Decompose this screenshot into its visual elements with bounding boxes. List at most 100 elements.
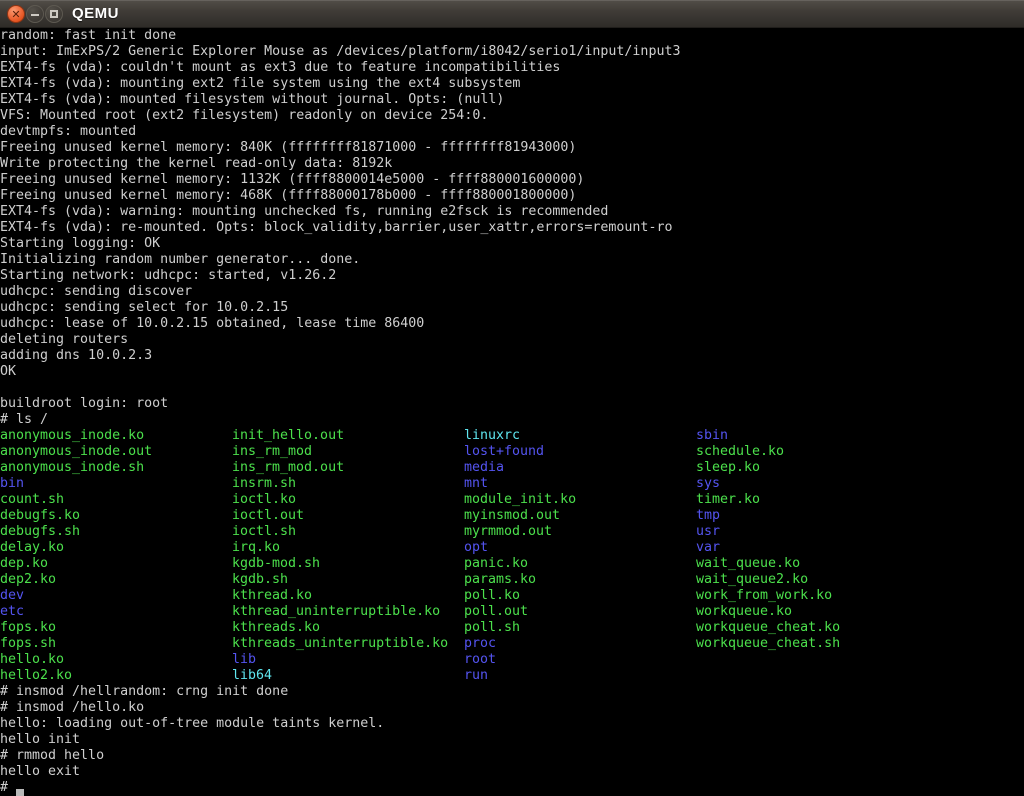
file-entry: kthreads.ko [232, 620, 464, 636]
terminal-screen[interactable]: random: fast init doneinput: ImExPS/2 Ge… [0, 28, 1024, 796]
console-line: devtmpfs: mounted [0, 124, 1024, 140]
ls-row: dep2.kokgdb.shparams.kowait_queue2.ko [0, 572, 1024, 588]
console-line: input: ImExPS/2 Generic Explorer Mouse a… [0, 44, 1024, 60]
file-entry: hello.ko [0, 652, 232, 668]
console-line: EXT4-fs (vda): re-mounted. Opts: block_v… [0, 220, 1024, 236]
console-line: # rmmod hello [0, 748, 1024, 764]
file-entry: irq.ko [232, 540, 464, 556]
console-line: # insmod /hello.ko [0, 700, 1024, 716]
file-entry: poll.ko [464, 588, 696, 604]
ls-output: anonymous_inode.koinit_hello.outlinuxrcs… [0, 428, 1024, 684]
file-entry: kthreads_uninterruptible.ko [232, 636, 464, 652]
console-line: udhcpc: lease of 10.0.2.15 obtained, lea… [0, 316, 1024, 332]
console-line: Freeing unused kernel memory: 1132K (fff… [0, 172, 1024, 188]
console-line: Initializing random number generator... … [0, 252, 1024, 268]
prompt-text: # [0, 780, 16, 795]
file-entry: dev [0, 588, 232, 604]
ls-row: hello.kolibroot [0, 652, 1024, 668]
file-entry: kgdb.sh [232, 572, 464, 588]
file-entry: ins_rm_mod [232, 444, 464, 460]
file-entry: poll.out [464, 604, 696, 620]
file-entry: workqueue_cheat.sh [696, 636, 928, 652]
console-line: Starting network: udhcpc: started, v1.26… [0, 268, 1024, 284]
console-line: EXT4-fs (vda): warning: mounting uncheck… [0, 204, 1024, 220]
minimize-icon [31, 14, 39, 16]
console-line: hello init [0, 732, 1024, 748]
ls-row: debugfs.koioctl.outmyinsmod.outtmp [0, 508, 1024, 524]
title-bar: ✕ QEMU [0, 0, 1024, 28]
file-entry: fops.sh [0, 636, 232, 652]
file-entry: kthread_uninterruptible.ko [232, 604, 464, 620]
console-line: EXT4-fs (vda): couldn't mount as ext3 du… [0, 60, 1024, 76]
console-line: Freeing unused kernel memory: 468K (ffff… [0, 188, 1024, 204]
file-entry: poll.sh [464, 620, 696, 636]
file-entry: sleep.ko [696, 460, 928, 476]
file-entry: root [464, 652, 696, 668]
file-entry: count.sh [0, 492, 232, 508]
file-entry: ioctl.out [232, 508, 464, 524]
file-entry: sys [696, 476, 928, 492]
file-entry: panic.ko [464, 556, 696, 572]
ls-row: dep.kokgdb-mod.shpanic.kowait_queue.ko [0, 556, 1024, 572]
file-entry: linuxrc [464, 428, 696, 444]
file-entry: params.ko [464, 572, 696, 588]
file-entry: lib [232, 652, 464, 668]
ls-row: devkthread.kopoll.kowork_from_work.ko [0, 588, 1024, 604]
boot-log: random: fast init doneinput: ImExPS/2 Ge… [0, 28, 1024, 428]
ls-row: hello2.kolib64run [0, 668, 1024, 684]
console-line: VFS: Mounted root (ext2 filesystem) read… [0, 108, 1024, 124]
console-line: EXT4-fs (vda): mounted filesystem withou… [0, 92, 1024, 108]
console-line: OK [0, 364, 1024, 380]
file-entry: schedule.ko [696, 444, 928, 460]
file-entry: anonymous_inode.sh [0, 460, 232, 476]
file-entry: bin [0, 476, 232, 492]
file-entry: ioctl.ko [232, 492, 464, 508]
ls-row: fops.shkthreads_uninterruptible.koprocwo… [0, 636, 1024, 652]
file-entry: tmp [696, 508, 928, 524]
file-entry: hello2.ko [0, 668, 232, 684]
console-line: # ls / [0, 412, 1024, 428]
file-entry: lost+found [464, 444, 696, 460]
console-line: udhcpc: sending select for 10.0.2.15 [0, 300, 1024, 316]
file-entry: mnt [464, 476, 696, 492]
file-entry: debugfs.sh [0, 524, 232, 540]
file-entry: dep.ko [0, 556, 232, 572]
file-entry: wait_queue2.ko [696, 572, 928, 588]
file-entry: etc [0, 604, 232, 620]
file-entry: anonymous_inode.out [0, 444, 232, 460]
file-entry: kthread.ko [232, 588, 464, 604]
file-entry: opt [464, 540, 696, 556]
file-entry: insrm.sh [232, 476, 464, 492]
console-line: adding dns 10.0.2.3 [0, 348, 1024, 364]
close-button[interactable]: ✕ [7, 5, 25, 23]
file-entry: timer.ko [696, 492, 928, 508]
text-cursor [16, 780, 24, 796]
minimize-button[interactable] [26, 5, 44, 23]
file-entry: media [464, 460, 696, 476]
console-line: hello: loading out-of-tree module taints… [0, 716, 1024, 732]
console-line: deleting routers [0, 332, 1024, 348]
file-entry: module_init.ko [464, 492, 696, 508]
file-entry: debugfs.ko [0, 508, 232, 524]
console-line: hello exit [0, 764, 1024, 780]
ls-row: anonymous_inode.koinit_hello.outlinuxrcs… [0, 428, 1024, 444]
file-entry: myinsmod.out [464, 508, 696, 524]
file-entry: ioctl.sh [232, 524, 464, 540]
ls-row: anonymous_inode.shins_rm_mod.outmediasle… [0, 460, 1024, 476]
ls-row: debugfs.shioctl.shmyrmmod.outusr [0, 524, 1024, 540]
file-entry: ins_rm_mod.out [232, 460, 464, 476]
console-line: Starting logging: OK [0, 236, 1024, 252]
ls-row: fops.kokthreads.kopoll.shworkqueue_cheat… [0, 620, 1024, 636]
console-line: Write protecting the kernel read-only da… [0, 156, 1024, 172]
maximize-icon [50, 10, 58, 18]
ls-row: etckthread_uninterruptible.kopoll.outwor… [0, 604, 1024, 620]
ls-row: count.shioctl.komodule_init.kotimer.ko [0, 492, 1024, 508]
console-line: udhcpc: sending discover [0, 284, 1024, 300]
file-entry: kgdb-mod.sh [232, 556, 464, 572]
file-entry: lib64 [232, 668, 464, 684]
file-entry: usr [696, 524, 928, 540]
file-entry: anonymous_inode.ko [0, 428, 232, 444]
file-entry: init_hello.out [232, 428, 464, 444]
maximize-button[interactable] [45, 5, 63, 23]
ls-row: bininsrm.shmntsys [0, 476, 1024, 492]
